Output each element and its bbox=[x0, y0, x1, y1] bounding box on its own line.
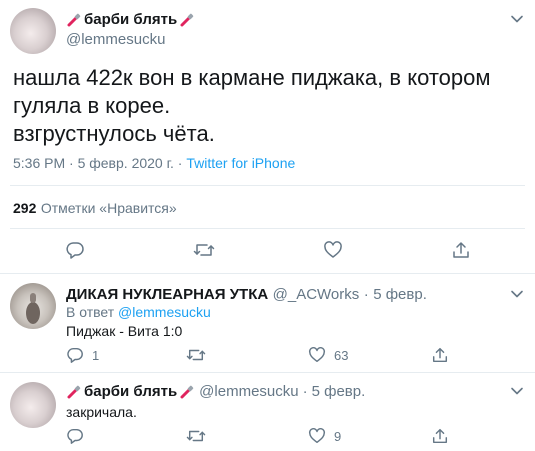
display-name[interactable]: барби блять bbox=[84, 11, 177, 28]
avatar[interactable] bbox=[10, 382, 56, 428]
share-icon[interactable] bbox=[431, 346, 449, 364]
separator-dot: · bbox=[302, 383, 308, 400]
reply-icon[interactable] bbox=[65, 240, 85, 260]
likes-count: 292 bbox=[13, 200, 37, 216]
tweet-text: нашла 422к вон в кармане пиджака, в кото… bbox=[13, 64, 523, 148]
display-name[interactable]: барби блять bbox=[84, 383, 177, 400]
chevron-down-icon[interactable] bbox=[510, 12, 524, 26]
reply-header: барби блять @lemmesucku · 5 февр. bbox=[66, 383, 365, 400]
tweet-text-line: нашла 422к вон в кармане пиджака, в кото… bbox=[13, 65, 491, 90]
like-count: 63 bbox=[334, 347, 349, 363]
reply-text: закричала. bbox=[66, 404, 137, 420]
replying-to-prefix: В ответ bbox=[66, 304, 119, 320]
nail-polish-icon bbox=[179, 384, 195, 400]
retweet-icon[interactable] bbox=[193, 240, 215, 260]
display-name[interactable]: ДИКАЯ НУКЛЕАРНАЯ УТКА bbox=[66, 286, 268, 303]
reply-count: 1 bbox=[92, 347, 100, 363]
separator-dot: · bbox=[363, 286, 369, 303]
divider bbox=[10, 228, 525, 229]
retweet-icon[interactable] bbox=[186, 346, 214, 364]
handle[interactable]: @lemmesucku bbox=[66, 31, 165, 48]
share-icon[interactable] bbox=[431, 427, 449, 445]
tweet-meta: 5:36 PM · 5 февр. 2020 г. · Twitter for … bbox=[13, 155, 295, 171]
like-icon[interactable]: 63 bbox=[308, 346, 348, 364]
divider bbox=[0, 372, 535, 373]
reply-date[interactable]: 5 февр. bbox=[312, 383, 366, 400]
tweet-text-line: взгрустнулось чёта. bbox=[13, 121, 215, 146]
reply-date[interactable]: 5 февр. bbox=[373, 286, 427, 303]
timestamp[interactable]: 5:36 PM · 5 февр. 2020 г. bbox=[13, 155, 174, 171]
reply-icon[interactable]: 1 bbox=[66, 346, 99, 364]
reply-header: ДИКАЯ НУКЛЕАРНАЯ УТКА @_ACWorks · 5 февр… bbox=[66, 286, 427, 304]
retweet-icon[interactable] bbox=[186, 427, 214, 445]
nail-polish-icon bbox=[179, 12, 195, 28]
divider bbox=[0, 273, 535, 274]
replying-to: В ответ @lemmesucku bbox=[66, 304, 211, 320]
like-count: 9 bbox=[334, 428, 342, 444]
handle[interactable]: @lemmesucku bbox=[199, 383, 298, 400]
nail-polish-icon bbox=[66, 12, 82, 28]
author-name-row[interactable]: барби блять bbox=[66, 11, 195, 28]
handle[interactable]: @_ACWorks bbox=[273, 286, 360, 303]
tweet-text-line: гуляла в корее. bbox=[13, 93, 171, 118]
nail-polish-icon bbox=[66, 384, 82, 400]
avatar[interactable] bbox=[10, 8, 56, 54]
likes-stat[interactable]: 292 Отметки «Нравится» bbox=[13, 200, 177, 218]
reply-icon[interactable] bbox=[66, 427, 92, 445]
chevron-down-icon[interactable] bbox=[510, 384, 524, 398]
reply-text: Пиджак - Вита 1:0 bbox=[66, 323, 183, 339]
divider bbox=[10, 185, 525, 186]
share-icon[interactable] bbox=[451, 240, 471, 260]
like-icon[interactable]: 9 bbox=[308, 427, 341, 445]
replying-to-handle[interactable]: @lemmesucku bbox=[118, 304, 211, 320]
likes-label: Отметки «Нравится» bbox=[40, 200, 177, 216]
avatar[interactable] bbox=[10, 283, 56, 329]
like-icon[interactable] bbox=[323, 240, 343, 260]
source-link[interactable]: Twitter for iPhone bbox=[186, 155, 295, 171]
meta-separator: · bbox=[173, 155, 187, 171]
chevron-down-icon[interactable] bbox=[510, 287, 524, 301]
